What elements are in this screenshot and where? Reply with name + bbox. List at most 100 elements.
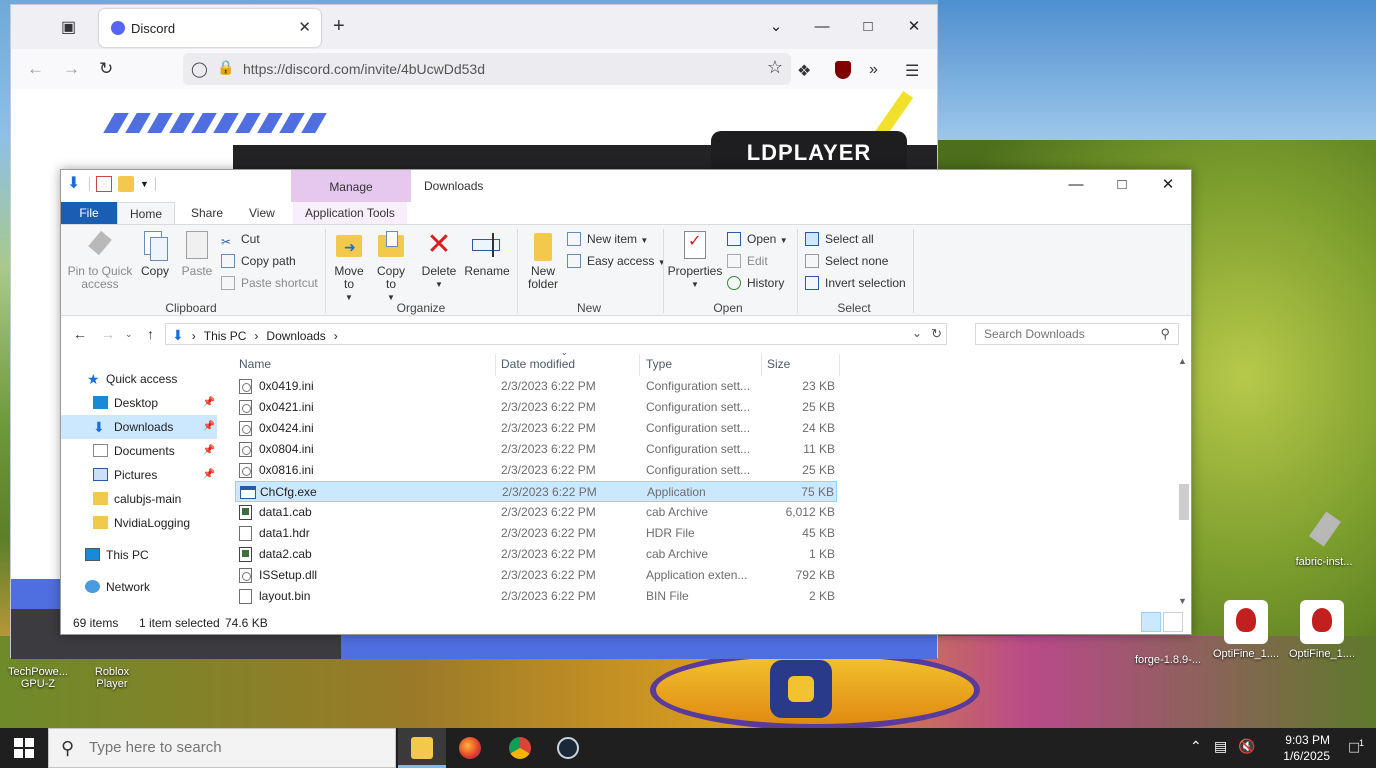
tab-view[interactable]: View (237, 202, 287, 224)
table-row[interactable]: 0x0421.ini 2/3/2023 6:22 PM Configuration … (235, 397, 837, 418)
new-folder-button[interactable]: New folder (523, 229, 563, 291)
folder-icon[interactable] (118, 176, 134, 192)
close-icon[interactable]: ✕ (891, 5, 937, 49)
breadcrumb-separator[interactable]: › (334, 329, 338, 343)
rename-button[interactable]: Rename (463, 229, 511, 278)
desktop-icon-optifine-1[interactable]: OptiFine_1.... (1206, 600, 1286, 660)
back-icon[interactable]: ← (73, 326, 87, 342)
qat-dropdown-icon[interactable]: ▼ (140, 179, 149, 189)
desktop-icon-gpuz[interactable]: TechPowe... GPU-Z (0, 654, 78, 702)
pin-to-quick-access-button[interactable]: Pin to Quick access (67, 229, 133, 291)
nav-item-downloads[interactable]: ⬇ Downloads 📌 (61, 415, 217, 439)
close-tab-icon[interactable]: ✕ (298, 18, 311, 36)
reload-icon[interactable]: ↻ (99, 59, 113, 79)
delete-button[interactable]: ✕ Delete ▼ (419, 229, 459, 291)
notification-icon[interactable]: □1 (1349, 738, 1364, 757)
desktop-icon-roblox[interactable]: Roblox Player (72, 654, 152, 702)
tab-application-tools[interactable]: Application Tools (293, 202, 407, 224)
edit-button[interactable]: Edit (727, 251, 768, 271)
lock-icon[interactable]: 🔒 (217, 59, 234, 76)
url-text[interactable]: https://discord.com/invite/4bUcwDd53d (243, 61, 485, 77)
table-row[interactable]: ChCfg.exe 2/3/2023 6:22 PM Application 75 K… (235, 481, 837, 502)
pin-icon[interactable]: 📌 (203, 463, 215, 487)
overflow-icon[interactable]: » (869, 61, 878, 79)
table-row[interactable]: 0x0424.ini 2/3/2023 6:22 PM Configuration … (235, 418, 837, 439)
table-row[interactable]: 0x0419.ini 2/3/2023 6:22 PM Configuration … (235, 376, 837, 397)
properties-button[interactable]: ✓ Properties ▼ (667, 229, 723, 291)
taskbar-chrome[interactable] (496, 728, 544, 768)
select-all-button[interactable]: Select all (805, 229, 874, 249)
manage-contextual-tab[interactable]: Manage (291, 170, 411, 202)
tab-list-icon[interactable]: ▣ (61, 17, 81, 37)
forward-icon[interactable]: → (63, 59, 80, 79)
table-row[interactable]: 0x0816.ini 2/3/2023 6:22 PM Configuration … (235, 460, 837, 481)
shield-icon[interactable]: ◯ (191, 60, 208, 78)
close-icon[interactable]: ✕ (1145, 170, 1191, 200)
pin-icon[interactable]: 📌 (203, 391, 215, 415)
easy-access-button[interactable]: Easy access ▼ (567, 251, 666, 271)
taskbar-firefox[interactable] (446, 728, 494, 768)
column-separator[interactable] (839, 354, 840, 376)
table-row[interactable]: ISSetup.dll 2/3/2023 6:22 PM Application e… (235, 565, 837, 586)
breadcrumb-separator[interactable]: › (192, 329, 196, 343)
nav-item-pictures[interactable]: Pictures 📌 (61, 463, 217, 487)
ublock-icon[interactable] (835, 61, 851, 79)
tab-file[interactable]: File (61, 202, 117, 224)
history-button[interactable]: History (727, 273, 784, 293)
invert-selection-button[interactable]: Invert selection (805, 273, 906, 293)
scroll-thumb[interactable] (1179, 484, 1189, 520)
nav-item-documents[interactable]: Documents 📌 (61, 439, 217, 463)
up-icon[interactable]: ↑ (147, 326, 154, 342)
move-to-button[interactable]: ➜ Move to ▼ (331, 229, 367, 304)
address-dropdown-icon[interactable]: ⌄ (912, 326, 922, 340)
column-separator[interactable] (639, 354, 640, 376)
maximize-icon[interactable]: □ (845, 5, 891, 49)
scroll-down-icon[interactable]: ▼ (1178, 596, 1187, 606)
details-view-icon[interactable] (1141, 612, 1161, 632)
taskbar-search[interactable]: ⚲ (48, 728, 396, 768)
cut-button[interactable]: ✂ Cut (221, 229, 260, 249)
chevron-up-icon[interactable]: ⌃ (1190, 738, 1202, 755)
nav-item-network[interactable]: Network (61, 575, 217, 599)
column-date-modified[interactable]: Date modified (501, 357, 575, 371)
select-none-button[interactable]: Select none (805, 251, 888, 271)
properties-check-icon[interactable] (96, 176, 112, 192)
table-row[interactable]: data1.hdr 2/3/2023 6:22 PM HDR File 45 KB (235, 523, 837, 544)
nav-item-nvidialogging[interactable]: NvidiaLogging (61, 511, 217, 535)
column-size[interactable]: Size (767, 357, 790, 371)
clock[interactable]: 9:03 PM 1/6/2025 (1283, 732, 1330, 764)
nav-item-calubjs-main[interactable]: calubjs-main (61, 487, 217, 511)
paste-shortcut-button[interactable]: Paste shortcut (221, 273, 318, 293)
column-type[interactable]: Type (646, 357, 672, 371)
forward-icon[interactable]: → (101, 326, 115, 342)
pin-icon[interactable]: 📌 (203, 439, 215, 463)
taskbar-file-explorer[interactable] (398, 728, 446, 768)
copy-path-button[interactable]: Copy path (221, 251, 296, 271)
column-name[interactable]: Name (239, 357, 271, 371)
breadcrumb-this-pc[interactable]: This PC (204, 329, 247, 343)
copy-button[interactable]: Copy (137, 229, 173, 278)
search-icon[interactable]: ⚲ (1160, 326, 1170, 342)
breadcrumb-separator[interactable]: › (254, 329, 258, 343)
refresh-icon[interactable]: ↻ (931, 326, 942, 342)
download-arrow-icon[interactable]: ⬇ (67, 176, 83, 192)
tab-home[interactable]: Home (117, 202, 176, 224)
desktop-icon-optifine-2[interactable]: OptiFine_1.... (1282, 600, 1362, 660)
network-icon[interactable]: ▤ (1214, 738, 1227, 755)
open-button[interactable]: Open ▼ (727, 229, 788, 249)
column-separator[interactable] (761, 354, 762, 376)
chevron-down-icon[interactable]: ⌄ (753, 5, 799, 49)
copy-to-button[interactable]: Copy to ▼ (373, 229, 409, 304)
taskbar-steam[interactable] (544, 728, 592, 768)
table-row[interactable]: data2.cab 2/3/2023 6:22 PM cab Archive 1 KB (235, 544, 837, 565)
minimize-icon[interactable]: — (799, 5, 845, 49)
menu-icon[interactable]: ☰ (905, 61, 919, 81)
address-bar[interactable]: ⬇ › This PC › Downloads › ⌄ ↻ (165, 323, 947, 345)
desktop-icon-fabric[interactable]: fabric-inst... (1284, 508, 1364, 568)
recent-locations-icon[interactable]: ⌄ (125, 329, 133, 340)
large-icons-view-icon[interactable] (1163, 612, 1183, 632)
nav-item-desktop[interactable]: Desktop 📌 (61, 391, 217, 415)
paste-button[interactable]: Paste (179, 229, 215, 278)
nav-item-quick-access[interactable]: ★ Quick access (61, 367, 217, 391)
extensions-icon[interactable]: ❖ (797, 61, 811, 81)
